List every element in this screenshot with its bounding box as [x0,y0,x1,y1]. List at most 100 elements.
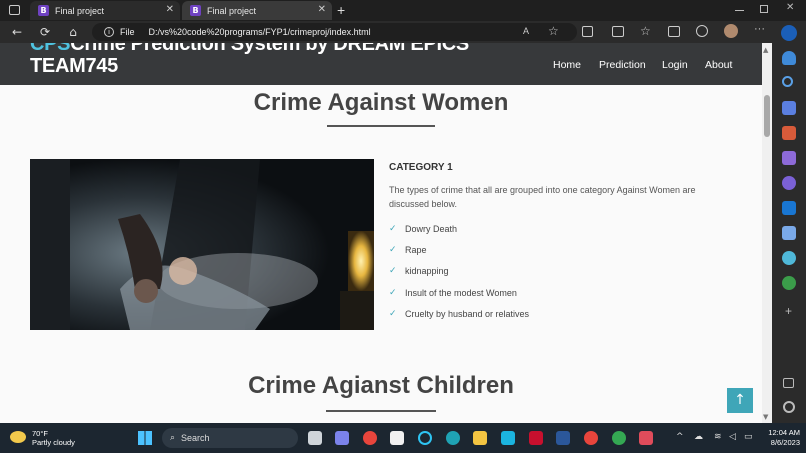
snipping-tool-icon[interactable] [639,431,653,445]
new-tab-button[interactable]: + [337,2,345,18]
url-text[interactable]: D:/vs%20code%20programs/FYP1/crimeproj/i… [149,27,371,37]
drop-icon[interactable] [782,226,796,240]
weather-temp: 70°F [32,429,48,438]
games-icon[interactable] [782,151,796,165]
crime-photo [30,159,374,330]
page-scrollbar[interactable]: ▲ ▼ [762,43,772,423]
nav-about[interactable]: About [705,59,732,71]
browser-tab-2[interactable]: B Final project ✕ [182,1,332,20]
wifi-icon[interactable]: ≋ [714,432,722,442]
home-icon[interactable]: ⌂ [65,24,81,40]
teams-chat-icon[interactable] [335,431,349,445]
site-header: CPSCrime Prediction System by DREAM EPIC… [0,43,762,85]
app-l-icon[interactable] [501,431,515,445]
browser-tab-1[interactable]: B Final project ✕ [30,1,180,20]
back-icon[interactable]: ← [9,24,25,40]
tools-icon[interactable] [782,126,796,140]
list-item-text: Rape [405,245,427,255]
system-clock[interactable]: 12:04 AM 8/6/2023 [760,428,800,448]
scrollbar-thumb[interactable] [764,95,770,137]
close-icon[interactable]: ✕ [318,4,326,15]
check-icon: ✓ [389,224,397,234]
outlook-icon[interactable] [782,201,796,215]
nav-login[interactable]: Login [662,59,688,71]
list-item: ✓ kidnapping [389,266,449,276]
bing-chat-icon[interactable] [781,25,797,41]
window-close-icon[interactable]: ✕ [786,2,794,13]
weather-widget[interactable]: 70°F Partly cloudy [10,429,75,447]
chrome-profile-2-icon[interactable] [612,431,626,445]
back-to-top-button[interactable]: ↑ [727,388,753,413]
category-label: CATEGORY 1 [389,162,453,173]
nav-home[interactable]: Home [553,59,581,71]
taskbar-search[interactable]: ⌕ Search [162,428,298,448]
profile-avatar[interactable] [724,24,738,38]
extensions-icon[interactable] [582,26,593,37]
search-icon: ⌕ [170,433,176,443]
more-menu-icon[interactable]: ··· [754,23,765,35]
browser-toolbar: ← ⟳ ⌂ i File D:/vs%20code%20programs/FYP… [0,21,806,43]
list-item-text: Dowry Death [405,224,458,234]
list-item: ✓ Dowry Death [389,224,457,234]
cortana-icon[interactable] [418,431,432,445]
telegram-icon[interactable] [782,251,796,265]
list-item: ✓ Insult of the modest Women [389,288,517,298]
maximize-icon[interactable] [760,5,768,13]
edge-icon[interactable] [446,431,460,445]
microsoft-365-icon[interactable] [782,176,796,190]
site-brand[interactable]: CPSCrime Prediction System by DREAM EPIC… [30,43,550,77]
scroll-down-arrow-icon[interactable]: ▼ [763,413,768,421]
nav-prediction[interactable]: Prediction [599,59,646,71]
file-explorer-icon[interactable] [473,431,487,445]
windows-start-icon[interactable] [138,431,152,445]
clock-time: 12:04 AM [768,428,800,437]
read-aloud-icon[interactable]: A [523,26,529,36]
check-icon: ✓ [389,245,397,255]
weather-desc: Partly cloudy [32,438,75,447]
windows-taskbar: 70°F Partly cloudy ⌕ Search ^ ☁ ≋ ◁ ▭ 12… [0,423,806,453]
category-description: The types of crime that all are grouped … [389,185,696,209]
clock-date: 8/6/2023 [770,438,800,447]
mcafee-icon[interactable] [529,431,543,445]
tree-icon[interactable] [782,276,796,290]
tab-actions-icon[interactable] [9,5,20,15]
refresh-icon[interactable]: ⟳ [37,24,53,40]
chrome-profile-icon[interactable] [584,431,598,445]
task-view-icon[interactable] [308,431,322,445]
volume-icon[interactable]: ◁ [729,432,736,442]
battery-icon[interactable]: ▭ [744,432,753,442]
favorites-icon[interactable]: ☆ [640,24,651,38]
tab-favicon: B [190,5,201,16]
chevron-up-icon[interactable]: ^ [676,432,684,442]
scheme-label: File [120,27,135,37]
word-icon[interactable] [556,431,570,445]
favorite-star-icon[interactable]: ☆ [548,24,559,38]
check-icon: ✓ [389,266,397,276]
collections-icon[interactable] [668,26,680,37]
search-icon[interactable] [782,76,793,87]
settings-gear-icon[interactable] [783,401,795,413]
onedrive-icon[interactable]: ☁ [694,432,703,442]
add-sidebar-app-icon[interactable]: + [785,304,792,318]
page-viewport: CPSCrime Prediction System by DREAM EPIC… [0,43,762,423]
list-item-text: Cruelty by husband or relatives [405,309,530,319]
split-screen-icon[interactable] [612,26,624,37]
info-icon[interactable]: i [104,27,114,37]
list-item: ✓ Cruelty by husband or relatives [389,309,529,319]
minimize-icon[interactable] [735,10,744,11]
check-icon: ✓ [389,288,397,298]
chrome-icon[interactable] [363,431,377,445]
sidebar-toggle-icon[interactable] [783,378,794,388]
store-icon[interactable] [390,431,404,445]
address-bar[interactable]: i File D:/vs%20code%20programs/FYP1/crim… [92,23,577,41]
shopping-icon[interactable] [782,101,796,115]
browser-essentials-icon[interactable] [696,25,708,37]
notifications-icon[interactable] [782,51,796,65]
scroll-up-arrow-icon[interactable]: ▲ [763,46,768,54]
brand-title: Crime Prediction System by DREAM EPICS T… [30,43,469,77]
browser-tab-bar: B Final project ✕ B Final project ✕ + ✕ [0,0,806,21]
list-item: ✓ Rape [389,245,427,255]
heading-underline [326,410,436,412]
close-icon[interactable]: ✕ [166,4,174,15]
tab-title: Final project [207,5,257,16]
